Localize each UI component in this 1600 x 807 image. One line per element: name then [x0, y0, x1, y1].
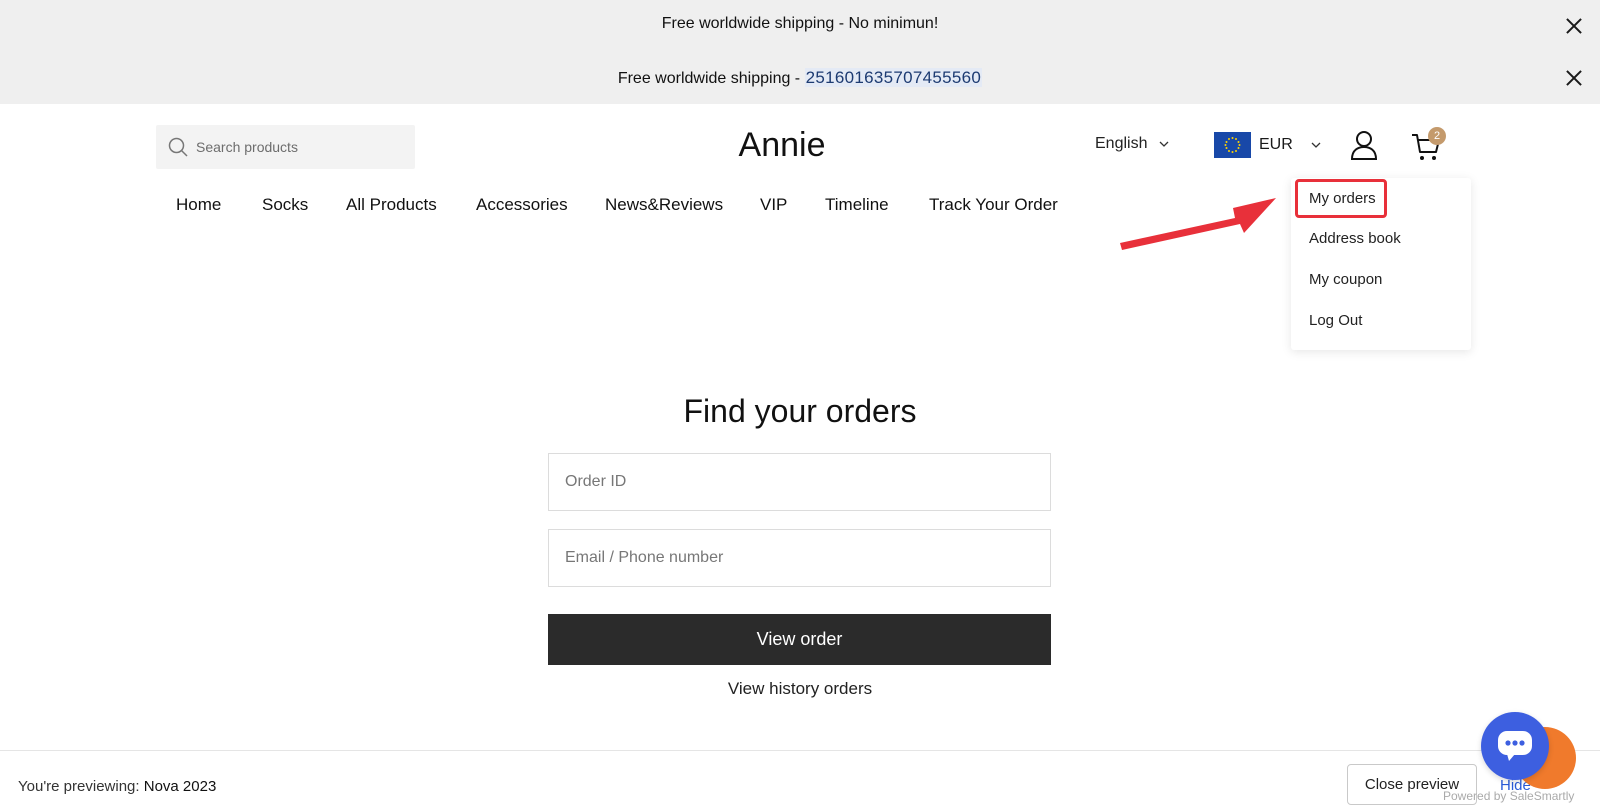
announcement-text-1: Free worldwide shipping - No minimun! — [661, 15, 939, 32]
search-icon — [168, 137, 188, 157]
language-selector[interactable]: English — [1095, 135, 1169, 153]
announcement-text-2: Free worldwide shipping - 25160163570745… — [617, 68, 983, 87]
chevron-down-icon — [1160, 141, 1169, 147]
nav-item-vip[interactable]: VIP — [760, 195, 787, 215]
annotation-arrow-icon — [1120, 198, 1276, 250]
email-phone-field[interactable] — [548, 529, 1051, 587]
currency-label: EUR — [1259, 136, 1293, 153]
preview-theme-name: Nova 2023 — [143, 778, 217, 795]
nav-item-news-reviews[interactable]: News&Reviews — [605, 195, 723, 215]
powered-by-text: Powered by SaleSmartly — [1443, 789, 1575, 803]
view-order-button[interactable]: View order — [548, 614, 1051, 665]
announcement-bar-1: Free worldwide shipping - No minimun! — [0, 0, 1600, 52]
announcement-2-close-icon[interactable] — [1562, 66, 1586, 90]
announcement-code: 251601635707455560 — [804, 68, 983, 87]
nav-item-socks[interactable]: Socks — [262, 195, 308, 215]
menu-item-my-orders[interactable]: My orders — [1309, 190, 1376, 207]
nav-item-track-your-order[interactable]: Track Your Order — [929, 195, 1058, 215]
chevron-down-icon — [1311, 142, 1321, 148]
view-history-orders-link[interactable]: View history orders — [600, 679, 1000, 699]
account-dropdown: My orders Address book My coupon Log Out — [1291, 178, 1471, 350]
nav-item-home[interactable]: Home — [176, 195, 221, 215]
announcement-bar-2: Free worldwide shipping - 25160163570745… — [0, 52, 1600, 104]
cart-count-badge: 2 — [1428, 127, 1446, 145]
user-account-icon[interactable] — [1350, 130, 1378, 160]
menu-item-log-out[interactable]: Log Out — [1309, 312, 1362, 329]
search-input[interactable] — [196, 125, 406, 169]
search-box[interactable] — [156, 125, 415, 169]
store-logo[interactable]: Annie — [700, 126, 864, 165]
order-id-field[interactable] — [548, 453, 1051, 511]
nav-item-accessories[interactable]: Accessories — [476, 195, 568, 215]
chat-launcher-button[interactable] — [1481, 712, 1549, 780]
announcement-1-close-icon[interactable] — [1562, 14, 1586, 38]
language-label: English — [1095, 135, 1148, 152]
nav-item-all-products[interactable]: All Products — [346, 195, 437, 215]
currency-selector[interactable]: EUR — [1214, 132, 1321, 158]
eu-flag-icon — [1214, 132, 1251, 158]
preview-text: You're previewing: Nova 2023 — [18, 778, 217, 795]
chat-bubble-icon — [1498, 731, 1532, 761]
page-title: Find your orders — [683, 393, 917, 429]
menu-item-my-coupon[interactable]: My coupon — [1309, 271, 1382, 288]
nav-item-timeline[interactable]: Timeline — [825, 195, 889, 215]
theme-preview-bar: You're previewing: Nova 2023 Close previ… — [0, 750, 1600, 807]
menu-item-address-book[interactable]: Address book — [1309, 230, 1401, 247]
